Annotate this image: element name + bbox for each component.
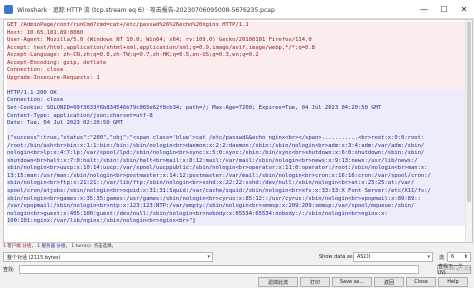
request-line: Accept-Encoding: gzip, deflate: [7, 59, 107, 66]
print-button[interactable]: 打印: [300, 277, 330, 287]
encoding-select-value: ASCII: [357, 254, 371, 260]
stream-text[interactable]: GET /AdminPage/conf/runCmd?cmd=cat+/etc/…: [4, 20, 472, 228]
encoding-select[interactable]: ASCII ▾: [353, 252, 433, 262]
wireshark-app-icon: [4, 4, 13, 14]
maximize-button[interactable]: ☐: [434, 0, 454, 18]
stream-controls: 整个对话 (2115 bytes) ▾ Show data as ASCII ▾…: [3, 252, 471, 264]
find-row: 查找: 查找下一个(N): [3, 264, 471, 276]
body-line: /root:/bin/ash<br>bin:x:1:1:bin:/bin:/sb…: [7, 142, 425, 149]
response-line: Date: Tue, 04 Jul 2023 02:20:50 GMT: [7, 120, 123, 127]
client-packets-text: 1 客户端 分组，: [3, 244, 36, 249]
window-titlebar: Wireshark · 追踪 HTTP 流 (tcp.stream eq 6) …: [0, 0, 474, 19]
request-blank-line: [7, 82, 469, 90]
back-button[interactable]: 返回: [374, 277, 404, 287]
filter-out-stream-button[interactable]: 滤掉此流: [258, 277, 298, 287]
window-title: Wireshark · 追踪 HTTP 流 (tcp.stream eq 6) …: [17, 6, 275, 14]
request-line: Accept: text/html,application/xhtml+xml,…: [7, 44, 315, 51]
show-data-as-label: Show data as: [319, 254, 353, 260]
body-line: /var/vpopmail:/sbin/nologin<br>ntp:x:123…: [7, 203, 415, 210]
body-line: spool/cron/atjobs:/sbin/nologin<br>squid…: [7, 188, 431, 195]
find-label: 查找:: [3, 267, 15, 273]
stream-content-pane[interactable]: GET /AdminPage/conf/runCmd?cmd=cat+/etc/…: [3, 19, 473, 243]
save-as-button[interactable]: Save as...: [332, 277, 372, 287]
help-button[interactable]: Help: [438, 277, 468, 287]
response-blank-line: [7, 127, 469, 136]
scrollbar-thumb[interactable]: [467, 22, 471, 202]
body-line: 13:15:man:/usr/man:/sbin/nologin<br>post…: [7, 172, 431, 179]
window-controls: — ☐ ✕: [414, 0, 474, 18]
request-line: Host: 10.65.181.89:8080: [7, 29, 84, 36]
body-line: nologin<br>guest:x:405:100:guest:/dev/nu…: [7, 210, 388, 217]
response-line: Connection: close: [7, 97, 64, 104]
stream-summary: 1 客户端 分组， 1 服务器 分组， 1 turn(s). 点击选择。: [3, 243, 443, 251]
body-line: nologin<br>lp:x:4:7:lp:/var/spool/lpd:/s…: [7, 150, 425, 157]
vertical-scrollbar[interactable]: [465, 20, 472, 242]
request-line: GET /AdminPage/conf/runCmd?cmd=cat+/etc/…: [7, 22, 249, 28]
body-line: shutdown<br>halt:x:7:0:halt:/sbin:/sbin/…: [7, 157, 418, 164]
request-line: Accept-Language: zh-CN,zh;q=0.8,zh-TW;q=…: [7, 52, 259, 59]
body-line: sbin/nologin<br>uucp:x:10:14:uucp:/var/s…: [7, 165, 428, 172]
response-block: HTTP/1.1 200 OK Connection: close Set-Co…: [7, 89, 469, 128]
stream-number-value: 6: [451, 254, 455, 260]
body-line: sbin/nologin<br>games:x:35:35:games:/usr…: [7, 195, 421, 202]
watermark: CSDN @三凌文: [443, 266, 472, 271]
body-line: {"success":true,"status":"200","obj":"<s…: [7, 135, 425, 142]
close-button[interactable]: Close: [406, 277, 436, 287]
response-line: Set-Cookie: SOLONID=09f3633f6b834546b79c…: [7, 105, 382, 112]
turns-text: 1 turn(s). 点击选择。: [71, 244, 117, 249]
request-line: User-Agent: Mozilla/5.0 (Windows NT 10.0…: [7, 37, 312, 44]
response-body: {"success":true,"status":"200","obj":"<s…: [7, 135, 469, 226]
response-line: HTTP/1.1 200 OK: [7, 89, 57, 96]
close-window-button[interactable]: ✕: [454, 0, 474, 18]
find-input[interactable]: [19, 265, 419, 274]
server-packets-text: 1 服务器 分组，: [37, 244, 70, 249]
stream-label: 流: [439, 255, 445, 261]
body-line: sbin/nologin<br>ftp:x:21:21::/var/lib/ft…: [7, 180, 415, 187]
response-line: Content-Type: application/json;charset=u…: [7, 112, 153, 119]
request-line: Connection: close: [7, 67, 64, 74]
minimize-button[interactable]: —: [414, 0, 434, 18]
spin-arrows-icon: ⬍: [463, 254, 468, 260]
body-line: 100:101:nginx:/var/lib/nginx:/sbin/nolog…: [7, 218, 196, 225]
chevron-down-icon: ▾: [207, 254, 210, 260]
request-line: Upgrade-Insecure-Requests: 1: [7, 74, 100, 81]
conversation-select-value: 整个对话 (2115 bytes): [7, 254, 61, 261]
stream-number-spinbox[interactable]: 6 ⬍: [447, 252, 471, 262]
request-block: GET /AdminPage/conf/runCmd?cmd=cat+/etc/…: [7, 22, 469, 83]
dialog-buttons: 滤掉此流 打印 Save as... 返回 Close Help CSDN @三…: [0, 266, 474, 288]
chevron-down-icon: ▾: [427, 254, 430, 260]
conversation-select[interactable]: 整个对话 (2115 bytes) ▾: [3, 252, 213, 262]
